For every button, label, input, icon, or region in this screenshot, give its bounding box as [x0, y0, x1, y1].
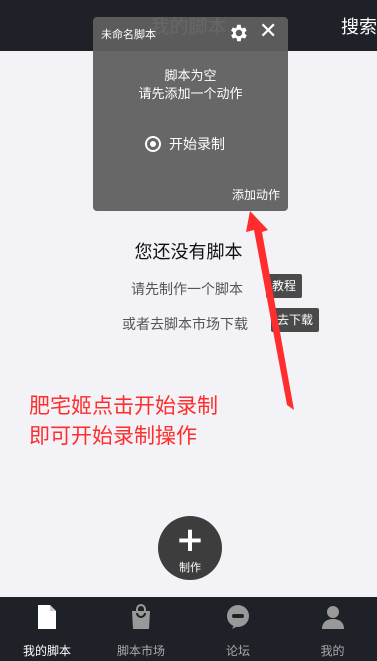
nav-label: 我的脚本 — [22, 644, 71, 658]
panel-message-line2: 请先添加一个动作 — [138, 87, 243, 102]
panel-message-line1: 脚本为空 — [164, 69, 217, 84]
shopping-bag-icon — [132, 604, 150, 629]
nav-label: 我的 — [320, 644, 345, 658]
panel-message: 脚本为空 请先添加一个动作 — [93, 68, 288, 104]
add-action-button[interactable]: 添加动作 — [232, 186, 280, 203]
start-record-button[interactable]: 开始录制 — [145, 134, 225, 154]
annotation-line2: 即可开始录制操作 — [29, 424, 197, 448]
script-panel: 未命名脚本 ✕ 脚本为空 请先添加一个动作 开始录制 添加动作 — [93, 17, 288, 211]
tutorial-button[interactable]: 教程 — [266, 274, 303, 298]
person-icon — [322, 606, 344, 629]
start-record-label: 开始录制 — [169, 137, 225, 153]
nav-item-forum[interactable]: 论坛 — [188, 597, 288, 661]
document-icon — [38, 605, 56, 629]
panel-title: 未命名脚本 — [101, 28, 156, 41]
market-hint: 或者去脚本市场下载 — [122, 317, 248, 333]
empty-state-hint: 请先制作一个脚本 — [131, 282, 243, 298]
radio-icon — [145, 136, 161, 152]
chat-icon — [227, 605, 249, 629]
nav-label: 脚本市场 — [116, 644, 165, 658]
nav-item-script-market[interactable]: 脚本市场 — [94, 597, 188, 661]
create-label: 制作 — [179, 561, 201, 574]
annotation-text: 肥宅姬点击开始录制 即可开始录制操作 — [29, 391, 218, 451]
empty-state-title: 您还没有脚本 — [134, 242, 243, 263]
download-button[interactable]: 去下载 — [271, 308, 320, 332]
annotation-line1: 肥宅姬点击开始录制 — [29, 394, 218, 418]
nav-item-my-scripts[interactable]: 我的脚本 — [0, 597, 94, 661]
create-script-button[interactable]: + 制作 — [158, 516, 222, 580]
plus-icon: + — [175, 520, 205, 560]
bottom-nav: 我的脚本 脚本市场 论坛 我的 — [0, 597, 377, 661]
nav-item-me[interactable]: 我的 — [288, 597, 377, 661]
gear-icon[interactable] — [227, 22, 249, 44]
search-button[interactable]: 搜索 — [341, 13, 377, 39]
nav-label: 论坛 — [225, 644, 250, 658]
close-icon[interactable]: ✕ — [259, 20, 277, 44]
